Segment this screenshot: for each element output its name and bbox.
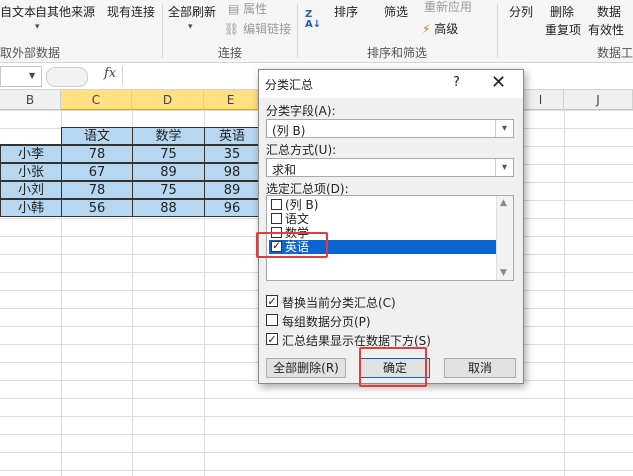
table-header-cell[interactable]: 语文 bbox=[61, 127, 133, 145]
chevron-down-icon[interactable]: ▾ bbox=[35, 22, 40, 32]
table-header-cell[interactable]: 数学 bbox=[132, 127, 205, 145]
table-cell[interactable]: 89 bbox=[204, 181, 260, 199]
table-row-name[interactable]: 小韩 bbox=[0, 199, 62, 217]
properties-icon: ▤ bbox=[228, 2, 240, 16]
column-header-b[interactable]: B bbox=[0, 90, 61, 110]
table-cell[interactable]: 88 bbox=[132, 199, 205, 217]
insert-function-icon[interactable]: fx bbox=[104, 66, 116, 81]
table-row-name[interactable]: 小李 bbox=[0, 145, 62, 163]
chevron-down-icon[interactable]: ▼ bbox=[29, 71, 35, 80]
ribbon-separator bbox=[297, 4, 298, 58]
formula-controls bbox=[46, 67, 88, 87]
close-icon[interactable]: ✕ bbox=[491, 72, 506, 93]
table-cell[interactable]: 78 bbox=[61, 145, 133, 163]
column-header-e[interactable]: E bbox=[204, 90, 258, 110]
refresh-all-button[interactable]: 全部刷新 bbox=[168, 3, 216, 20]
sort-az-icon[interactable]: Z A↓ bbox=[305, 10, 323, 30]
checkbox[interactable] bbox=[266, 314, 278, 326]
group-label-sort-filter: 排序和筛选 bbox=[367, 46, 428, 60]
list-item[interactable]: 语文 bbox=[269, 212, 497, 226]
properties-button[interactable]: ▤ 属性 bbox=[228, 0, 267, 17]
table-cell[interactable]: 67 bbox=[61, 163, 133, 181]
function-select-value: 求和 bbox=[272, 163, 297, 177]
remove-all-button[interactable]: 全部删除(R) bbox=[266, 358, 346, 378]
ribbon-separator bbox=[162, 4, 163, 58]
data-validation-button-line2[interactable]: 有效性 bbox=[588, 21, 624, 38]
from-text-button[interactable]: 自文本 bbox=[0, 3, 36, 20]
existing-connections-button[interactable]: 现有连接 bbox=[107, 3, 155, 20]
highlight-box bbox=[359, 347, 427, 387]
chevron-down-icon[interactable]: ▾ bbox=[495, 120, 513, 137]
highlight-box bbox=[256, 232, 328, 258]
cancel-button[interactable]: 取消 bbox=[444, 358, 516, 378]
text-to-columns-button[interactable]: 分列 bbox=[509, 3, 533, 20]
remove-duplicates-button-line2[interactable]: 重复项 bbox=[545, 21, 581, 38]
table-cell[interactable]: 98 bbox=[204, 163, 260, 181]
advanced-filter-icon: ⚡ bbox=[422, 22, 431, 36]
chevron-down-icon[interactable]: ▼ bbox=[500, 268, 507, 278]
table-cell[interactable]: 35 bbox=[204, 145, 260, 163]
help-icon[interactable]: ? bbox=[453, 75, 460, 90]
table-row-name[interactable]: 小刘 bbox=[0, 181, 62, 199]
chevron-down-icon[interactable]: ▾ bbox=[188, 22, 193, 32]
table-cell[interactable]: 75 bbox=[132, 181, 205, 199]
column-header-d[interactable]: D bbox=[132, 90, 204, 110]
table-header-cell[interactable]: 英语 bbox=[204, 127, 260, 145]
list-item-label: (列 B) bbox=[285, 198, 319, 212]
list-scrollbar[interactable]: ▲ ▼ bbox=[496, 196, 513, 280]
column-header-c[interactable]: C bbox=[61, 90, 132, 110]
checkbox-checked[interactable]: ✓ bbox=[266, 333, 278, 345]
name-box[interactable]: ▼ bbox=[0, 66, 42, 87]
table-corner-cell[interactable] bbox=[0, 127, 61, 145]
subtotal-dialog: 分类汇总 ? ✕ 分类字段(A): (列 B) ▾ 汇总方式(U): 求和 ▾ … bbox=[258, 69, 524, 384]
ribbon: 自文本 自其他来源 ▾ 现有连接 取外部数据 全部刷新 ▾ ▤ 属性 ⛓ 编辑链… bbox=[0, 0, 633, 63]
option-label: 替换当前分类汇总(C) bbox=[282, 296, 396, 310]
column-header-j[interactable]: J bbox=[564, 90, 633, 110]
list-item[interactable]: (列 B) bbox=[269, 198, 497, 212]
table-cell[interactable]: 96 bbox=[204, 199, 260, 217]
link-icon: ⛓ bbox=[224, 22, 240, 36]
list-item-label: 语文 bbox=[285, 212, 310, 226]
checkbox-checked[interactable]: ✓ bbox=[266, 295, 278, 307]
reapply-button[interactable]: 重新应用 bbox=[424, 0, 472, 15]
data-validation-button-line1[interactable]: 数据 bbox=[597, 3, 621, 20]
grid-line bbox=[564, 110, 565, 476]
remove-duplicates-button-line1[interactable]: 删除 bbox=[550, 3, 574, 20]
column-header-i[interactable]: I bbox=[518, 90, 564, 110]
ribbon-separator bbox=[497, 4, 498, 58]
function-label: 汇总方式(U): bbox=[266, 143, 337, 157]
advanced-label: 高级 bbox=[434, 22, 459, 36]
dialog-titlebar[interactable]: 分类汇总 ? ✕ bbox=[259, 70, 523, 98]
field-label: 分类字段(A): bbox=[266, 104, 336, 118]
field-select-value: (列 B) bbox=[272, 124, 306, 138]
table-cell[interactable]: 78 bbox=[61, 181, 133, 199]
group-label-get-external: 取外部数据 bbox=[0, 46, 61, 60]
sort-button[interactable]: 排序 bbox=[334, 3, 358, 20]
table-cell[interactable]: 89 bbox=[132, 163, 205, 181]
advanced-button[interactable]: ⚡ 高级 bbox=[422, 20, 458, 37]
checkbox[interactable] bbox=[271, 213, 282, 224]
edit-links-button[interactable]: ⛓ 编辑链接 bbox=[224, 20, 291, 37]
table-row-name[interactable]: 小张 bbox=[0, 163, 62, 181]
table-cell[interactable]: 75 bbox=[132, 145, 205, 163]
edit-links-label: 编辑链接 bbox=[243, 22, 292, 36]
group-label-data-tools: 数据工 bbox=[597, 46, 633, 60]
filter-button[interactable]: 筛选 bbox=[384, 3, 408, 20]
checkbox[interactable] bbox=[271, 199, 282, 210]
dialog-title: 分类汇总 bbox=[265, 78, 314, 92]
field-select[interactable]: (列 B) ▾ bbox=[266, 119, 514, 138]
table-cell[interactable]: 56 bbox=[61, 199, 133, 217]
chevron-down-icon[interactable]: ▾ bbox=[495, 159, 513, 176]
function-select[interactable]: 求和 ▾ bbox=[266, 158, 514, 177]
group-label-connections: 连接 bbox=[218, 46, 243, 60]
chevron-up-icon[interactable]: ▲ bbox=[500, 198, 507, 208]
from-other-sources-button[interactable]: 自其他来源 bbox=[35, 3, 95, 20]
option-label: 每组数据分页(P) bbox=[282, 315, 371, 329]
properties-label: 属性 bbox=[243, 2, 268, 16]
